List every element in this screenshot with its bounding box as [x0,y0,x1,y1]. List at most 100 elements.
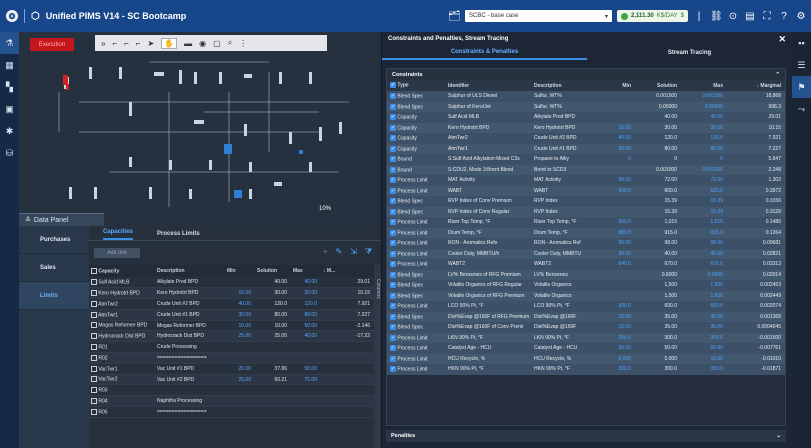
cell-type[interactable]: ✓ Blend Spec [387,290,445,301]
cell-type[interactable]: ✓ Blend Spec [387,322,445,333]
table-row[interactable]: ✓ Process Limit HKN 90% Pt, °F HKN 90% Pt,… [387,364,785,375]
table-row[interactable]: ✓ Process Limit HCU Recycle, % HCU Recycle… [387,353,785,364]
gear-icon[interactable]: ✱ [0,120,19,142]
cell-type[interactable]: ✓ Process Limit [387,238,445,249]
tab-stream-tracing[interactable]: Stream Tracing [587,46,792,60]
cell-capacity[interactable]: R05 [89,406,155,418]
table-row[interactable]: ✓ Blend Spec Volatile Organics of RFG Pre… [387,290,785,301]
cell-type[interactable]: ✓ Process Limit [387,217,445,228]
apps-grid-icon[interactable]: ▪▪ [792,32,811,54]
database-icon[interactable]: ⛁ [0,142,19,164]
table-row[interactable]: ✓ Process Limit WABT WABT 600.0 600.0 620.0 0.… [387,185,785,196]
cell-type[interactable]: ✓ Process Limit [387,175,445,186]
model-tree-icon[interactable]: ⛓ [710,11,723,22]
row-checkbox[interactable]: ✓ [390,313,396,320]
table-row[interactable]: AtmTwr2 Crude Unit #2 BPD 40.00 120.0 120.0 7… [89,298,374,310]
close-icon[interactable]: ✕ [778,34,786,45]
cell-type[interactable]: ✓ Bound [387,154,445,165]
table-row[interactable]: ✓ Capacity AtmTwr1 Crude Unit #1 BPD 30.00 8… [387,143,785,154]
row-checkbox[interactable] [91,398,97,404]
table-row[interactable]: ✓ Capacity Sulf Acid MLB Alkylate Prod BPD… [387,112,785,123]
header-min[interactable]: Min [225,265,255,277]
row-checkbox[interactable]: ✓ [390,240,396,247]
header-solution[interactable]: Solution [255,265,291,277]
cell-type[interactable]: ✓ Process Limit [387,353,445,364]
row-checkbox[interactable] [91,311,97,318]
cell-type[interactable]: ✓ Process Limit [387,248,445,259]
list-icon[interactable]: ☰ [792,54,811,76]
header-max[interactable]: Max [681,80,727,91]
row-checkbox[interactable]: ✓ [390,219,396,226]
row-checkbox[interactable] [91,344,97,351]
cell-type[interactable]: ✓ Capacity [387,122,445,133]
row-checkbox[interactable]: ✓ [390,114,396,121]
cell-capacity[interactable]: R01 [89,341,155,354]
table-row[interactable]: VacTwr2 Vac Unit #2 BPD 25.00 60.21 75.00 [89,374,374,386]
cell-type[interactable]: ✓ Blend Spec [387,101,445,112]
add-unit-button[interactable]: Add Unit [94,248,140,258]
edit-icon[interactable]: ✎ [335,247,342,257]
row-checkbox[interactable]: ✓ [390,229,396,236]
table-row[interactable]: ✓ Blend Spec Dist%Evap @160F of Conv Prem… [387,322,785,333]
table-row[interactable]: ✓ Blend Spec Volatile Organics of RFG Reg… [387,280,785,291]
tab-capacities[interactable]: Capacities [103,229,134,240]
cell-type[interactable]: ✓ Process Limit [387,364,445,375]
table-row[interactable]: ✓ Capacity AtmTwr2 Crude Unit #2 BPD 40.00 1… [387,133,785,144]
row-checkbox[interactable]: ✓ [390,145,396,152]
table-row[interactable]: VacTwr1 Vac Unit #1 BPD 20.00 37.86 50.00 [89,363,374,375]
table-row[interactable]: AtmTwr1 Crude Unit #1 BPD 30.00 80.00 80.00 7… [89,309,374,321]
table-row[interactable]: ✓ Process Limit Catalyst Age - HCU Catalys… [387,343,785,354]
table-icon[interactable]: ▦ [0,54,19,76]
table-row[interactable]: ✓ Process Limit MAT Activity MAT Activity 6… [387,175,785,186]
row-checkbox[interactable]: ✓ [390,261,396,268]
cell-type[interactable]: ✓ Process Limit [387,343,445,354]
trace-icon[interactable]: ⤳ [792,98,811,120]
report-icon[interactable]: ▤ [744,11,756,22]
row-checkbox[interactable]: ✓ [390,187,396,194]
row-checkbox[interactable] [91,408,97,415]
table-row[interactable]: ✓ Process Limit Cooler Duty, MMBTU/h Coole… [387,248,785,259]
table-row[interactable]: ✓ Process Limit LKN 90% Pt, °F LKN 90% Pt,… [387,332,785,343]
row-checkbox[interactable]: ✓ [390,103,396,110]
case-select[interactable]: SCBC - base case ▾ [465,10,613,22]
table-row[interactable]: R05 ================= [89,406,374,418]
row-checkbox[interactable]: ✓ [390,292,396,299]
cell-type[interactable]: ✓ Blend Spec [387,269,445,280]
table-row[interactable]: R03 [89,384,374,397]
table-row[interactable]: ✓ Blend Spec RVP Index of Conv Premium RVP… [387,196,785,207]
penalties-section-header[interactable]: Penalties ⌄ [386,430,786,442]
filter-icon[interactable]: ⧩ [365,247,372,257]
cell-capacity[interactable]: Hydrocrack Dist BPD [89,330,155,343]
header-description[interactable]: Description [155,265,225,277]
cell-capacity[interactable]: R03 [89,384,155,397]
cell-type[interactable]: ✓ Process Limit [387,332,445,343]
table-row[interactable]: ✓ Process Limit LCO 90% Pt, °F LCO 90% Pt,… [387,301,785,312]
table-row[interactable]: Sulf Acid MLB Alkylate Prod BPD 40.00 40.00… [89,277,374,289]
cell-type[interactable]: ✓ Blend Spec [387,196,445,207]
table-row[interactable]: R04 Naphtha Processing [89,395,374,408]
cell-type[interactable]: ✓ Process Limit [387,259,445,270]
header-min[interactable]: Min [601,80,635,91]
row-checkbox[interactable] [91,387,97,394]
chevron-down-icon[interactable]: ⌄ [776,433,781,439]
table-row[interactable]: ✓ Capacity Kero Hydrotrt BPD Kero Hydrotrt… [387,122,785,133]
row-checkbox[interactable] [91,354,97,361]
settings-icon[interactable]: ⚙ [795,11,807,22]
select-all-checkbox[interactable] [91,267,97,274]
row-checkbox[interactable] [91,300,97,307]
briefcase-icon[interactable]: ▣ [0,98,19,120]
cell-type[interactable]: ✓ Process Limit [387,227,445,238]
row-checkbox[interactable]: ✓ [390,208,396,215]
cell-type[interactable]: ✓ Capacity [387,143,445,154]
sidebar-item-sales[interactable]: Sales [19,254,89,282]
cell-capacity[interactable]: R04 [89,395,155,408]
columns-toggle[interactable]: Columns [374,265,381,448]
tab-constraints-penalties[interactable]: Constraints & Penalties [382,46,587,60]
cell-type[interactable]: ✓ Bound [387,164,445,175]
header-description[interactable]: Description [531,80,601,91]
cell-type[interactable]: ✓ Blend Spec [387,91,445,102]
cell-capacity[interactable]: VacTwr1 [89,363,155,375]
help-icon[interactable]: ? [778,11,790,22]
data-panel-tab[interactable]: ≚ Data Panel [19,213,104,226]
grid-icon[interactable]: ▚ [0,76,19,98]
